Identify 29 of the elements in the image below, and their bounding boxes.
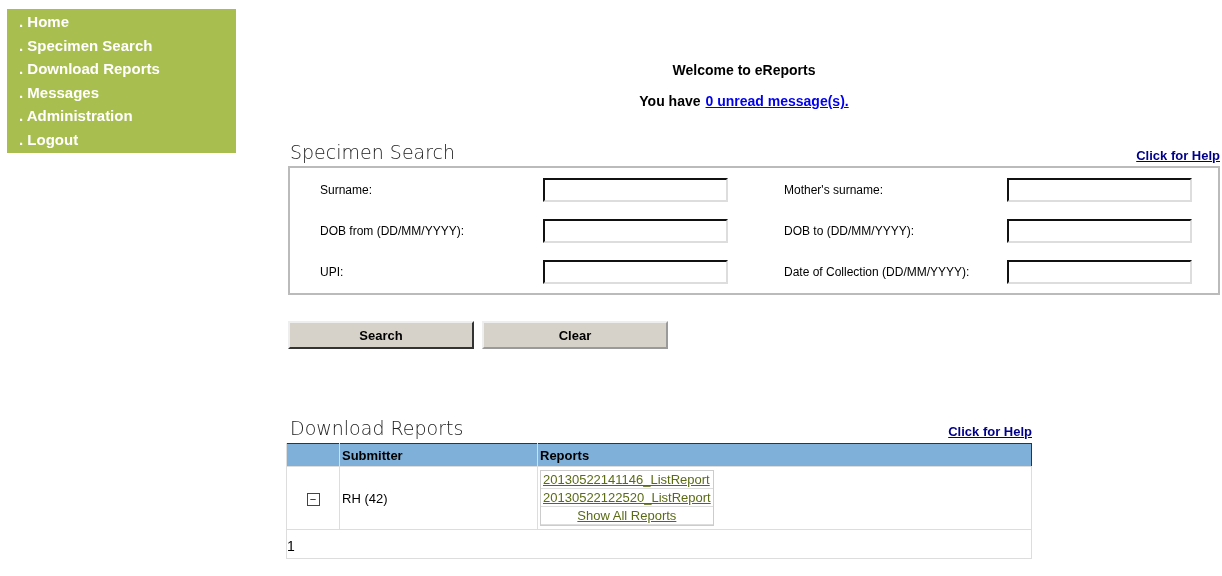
field-label: Date of Collection (DD/MM/YYYY):: [784, 264, 970, 279]
input-field[interactable]: [543, 218, 728, 243]
field-label: UPI:: [320, 264, 344, 279]
help-link[interactable]: Click for Help: [1136, 148, 1220, 163]
report-link[interactable]: 20130522141146_ListReport: [541, 471, 713, 489]
field-label: Surname:: [320, 182, 373, 197]
unread-text: You have: [639, 93, 701, 109]
page-number[interactable]: 1: [287, 538, 295, 554]
section-title: Download Reports: [290, 417, 464, 439]
column-header: Submitter: [339, 443, 538, 467]
search-button[interactable]: Search: [288, 321, 474, 349]
show-all-link[interactable]: Show All Reports: [541, 507, 713, 525]
report-link[interactable]: 20130522122520_ListReport: [541, 489, 713, 507]
input-field[interactable]: [1007, 177, 1192, 202]
field-label: DOB to (DD/MM/YYYY):: [784, 223, 914, 238]
welcome-title: Welcome to eReports: [672, 62, 816, 78]
field-label: Mother's surname:: [784, 182, 883, 197]
input-field[interactable]: [1007, 218, 1192, 243]
section-title: Specimen Search: [290, 141, 456, 163]
help-link[interactable]: Click for Help: [948, 424, 1032, 439]
collapse-toggle[interactable]: −: [306, 492, 320, 506]
table-cell: RH (42): [339, 466, 538, 530]
input-field[interactable]: [543, 177, 728, 202]
clear-button[interactable]: Clear: [482, 321, 668, 349]
field-label: DOB from (DD/MM/YYYY):: [320, 223, 464, 238]
input-field[interactable]: [543, 259, 728, 284]
column-header: Reports: [537, 443, 1032, 467]
unread-count-link[interactable]: 0 unread message(s).: [705, 93, 849, 109]
input-field[interactable]: [1007, 259, 1192, 284]
